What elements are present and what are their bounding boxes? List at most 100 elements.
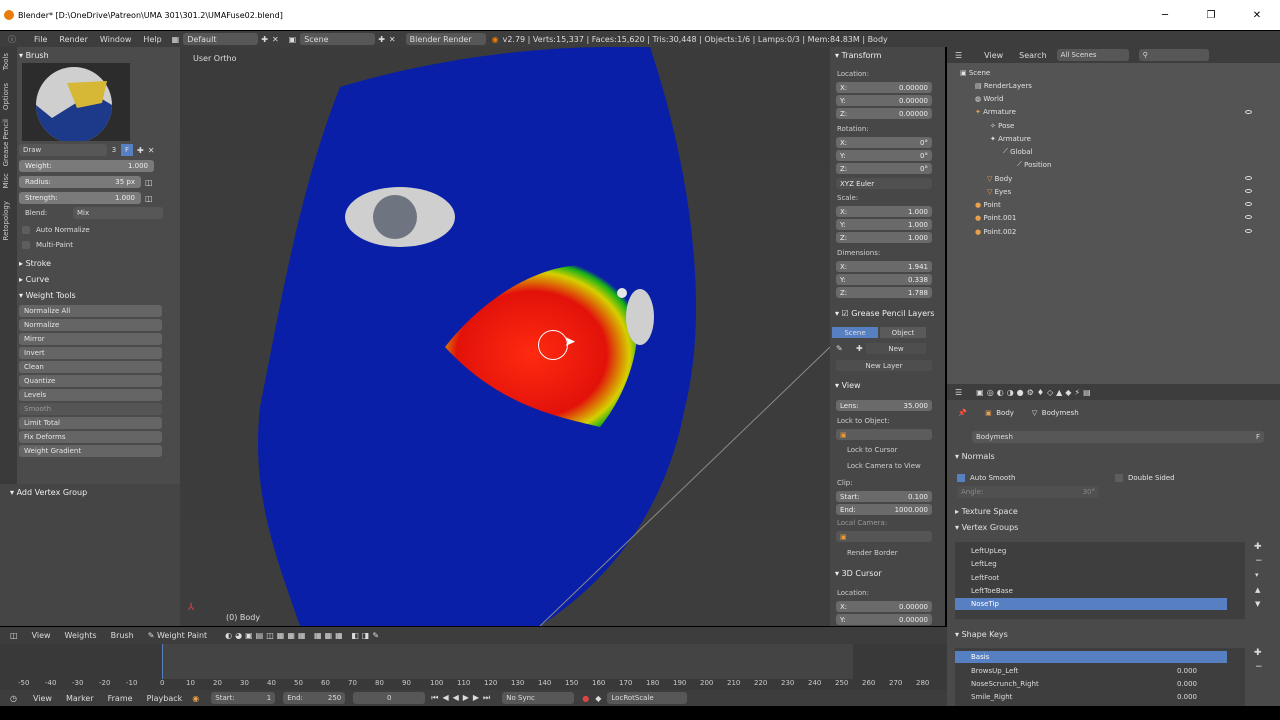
add-vertex-group-header[interactable]: ▾ Add Vertex Group [0,484,180,500]
use-preview-range-icon[interactable]: ◉ [192,694,199,703]
outliner-row-position[interactable]: ⟋ Position [1017,158,1051,171]
shape-key-value[interactable]: 0.000 [1177,693,1197,701]
outliner-row-armature-data[interactable]: ✦ Armature [990,132,1031,145]
strength-pressure-icon[interactable]: ◫ [145,194,153,203]
outliner-row-eyes[interactable]: ▽ Eyes [987,185,1011,198]
timeline-menu-frame[interactable]: Frame [108,694,133,703]
cursor-x-field[interactable]: X: 0.00000 [836,601,932,612]
outliner-row-world[interactable]: ◍ World [975,92,1003,105]
auto-normalize-checkbox[interactable] [22,225,30,234]
menu-brush[interactable]: Brush [111,631,134,640]
add-scene-button[interactable]: ✚ [378,35,385,44]
radius-slider[interactable]: Radius: 35 px [19,176,141,188]
add-vertex-group-button[interactable]: ✚ [1254,542,1262,552]
scale-z-field[interactable]: Z: 1.000 [836,232,932,243]
add-layout-button[interactable]: ✚ [261,35,268,44]
vertex-group-item[interactable]: LeftFoot [955,572,1227,584]
grease-scene-tab[interactable]: Scene [832,327,878,338]
scale-x-field[interactable]: X: 1.000 [836,206,932,217]
vertex-group-item[interactable]: LeftLeg [955,558,1227,570]
outliner-row-point-001[interactable]: ● Point.001 [975,211,1016,224]
close-button[interactable]: ✕ [1234,0,1280,30]
menu-window[interactable]: Window [100,35,132,44]
cursor-y-field[interactable]: Y: 0.00000 [836,614,932,625]
lock-to-cursor-label[interactable]: Lock to Cursor [847,446,897,454]
3d-viewport[interactable]: User Ortho (0) Body ➤ ⅄ [180,47,830,626]
curve-header[interactable]: ▸ Curve [19,271,169,287]
outliner-search-input[interactable]: ⚲ [1138,49,1209,61]
dimensions-x-field[interactable]: X: 1.941 [836,261,932,272]
quantize-button[interactable]: Quantize [19,375,162,387]
location-y-field[interactable]: Y: 0.00000 [836,95,932,106]
tab-options[interactable]: Options [2,83,10,110]
add-shape-key-button[interactable]: ✚ [1254,648,1262,658]
vertex-group-item[interactable]: LeftUpLeg [955,545,1227,557]
weight-gradient-button[interactable]: Weight Gradient [19,445,162,457]
strength-slider[interactable]: Strength: 1.000 [19,192,141,204]
menu-render[interactable]: Render [59,35,87,44]
properties-editor-icon[interactable]: ☰ [955,388,962,397]
maximize-button[interactable]: ❐ [1188,0,1234,30]
timeline-menu-view[interactable]: View [33,694,52,703]
render-border-label[interactable]: Render Border [847,549,898,557]
playback-controls[interactable]: ⏮◀◀▶▶⏭ [431,693,494,703]
keyframe-icon[interactable]: ◆ [595,694,601,703]
shape-key-item[interactable]: BrowsUp_Left 0.000 [955,665,1227,677]
outliner-row-pose[interactable]: ✧ Pose [990,119,1014,132]
screen-layout-icon[interactable]: ▦ [172,35,180,44]
brush-name-field[interactable]: Draw [19,144,107,156]
normalize-button[interactable]: Normalize [19,319,162,331]
layout-selector[interactable]: Default [183,33,259,45]
remove-shape-key-button[interactable]: − [1255,662,1263,672]
smooth-button[interactable]: Smooth [19,403,162,415]
grease-new-button[interactable]: New [866,343,926,354]
blend-mode-selector[interactable]: Mix [73,207,163,219]
transform-header[interactable]: ▾ Transform [830,47,945,63]
visibility-eye-icon[interactable] [1245,229,1252,233]
lens-field[interactable]: Lens: 35.000 [836,400,932,411]
fix-deforms-button[interactable]: Fix Deforms [19,431,162,443]
mirror-button[interactable]: Mirror [19,333,162,345]
vertex-group-specials-icon[interactable]: ▾ [1255,571,1259,579]
properties-context-tabs[interactable]: ▣◎◐◑●⚙♦◇▲◆⚡▤ [976,388,1093,397]
remove-layout-button[interactable]: ✕ [272,35,279,44]
outliner-editor-icon[interactable]: ☰ [955,51,962,60]
outliner-row-point[interactable]: ● Point [975,198,1001,211]
tab-retopology[interactable]: Retopology [2,201,10,240]
visibility-eye-icon[interactable] [1245,215,1252,219]
pin-icon[interactable]: 📌 [958,409,971,417]
weight-tools-header[interactable]: ▾ Weight Tools [19,287,169,303]
timeline-menu-marker[interactable]: Marker [66,694,94,703]
sync-mode-selector[interactable]: No Sync [502,692,575,704]
weight-paint-mesh[interactable] [180,47,830,626]
clean-button[interactable]: Clean [19,361,162,373]
display-mode-selector[interactable]: All Scenes [1056,49,1129,61]
outliner-search-menu[interactable]: Search [1019,51,1046,60]
vertex-group-item-selected[interactable]: NoseTip [955,598,1227,610]
normalize-all-button[interactable]: Normalize All [19,305,162,317]
info-editor-icon[interactable]: ⓘ [8,34,16,45]
menu-view[interactable]: View [32,631,51,640]
keying-set-selector[interactable]: LocRotScale [607,692,688,704]
stroke-header[interactable]: ▸ Stroke [19,255,169,271]
tab-grease-pencil[interactable]: Grease Pencil [2,119,10,166]
menu-weights[interactable]: Weights [65,631,97,640]
outliner-row-renderlayers[interactable]: ▤ RenderLayers [975,79,1032,92]
dimensions-z-field[interactable]: Z: 1.788 [836,287,932,298]
timeline-editor-icon[interactable]: ◷ [10,694,17,703]
shape-keys-header[interactable]: ▾ Shape Keys [955,628,1008,641]
rotation-y-field[interactable]: Y: 0° [836,150,932,161]
visibility-eye-icon[interactable] [1245,189,1252,193]
new-layer-button[interactable]: New Layer [836,360,932,371]
render-engine-selector[interactable]: Blender Render [405,33,486,45]
lock-camera-label[interactable]: Lock Camera to View [847,462,921,470]
remove-vertex-group-button[interactable]: − [1255,556,1263,566]
rotation-mode-selector[interactable]: XYZ Euler [836,178,932,189]
start-frame-field[interactable]: Start: 1 [211,692,276,704]
menu-help[interactable]: Help [143,35,161,44]
outliner-row-body[interactable]: ▽ Body [987,172,1012,185]
unlink-brush-button[interactable]: ✕ [148,146,155,155]
auto-smooth-checkbox[interactable]: Auto Smooth [957,471,1016,484]
rotation-z-field[interactable]: Z: 0° [836,163,932,174]
outliner-row-point-002[interactable]: ● Point.002 [975,225,1016,238]
